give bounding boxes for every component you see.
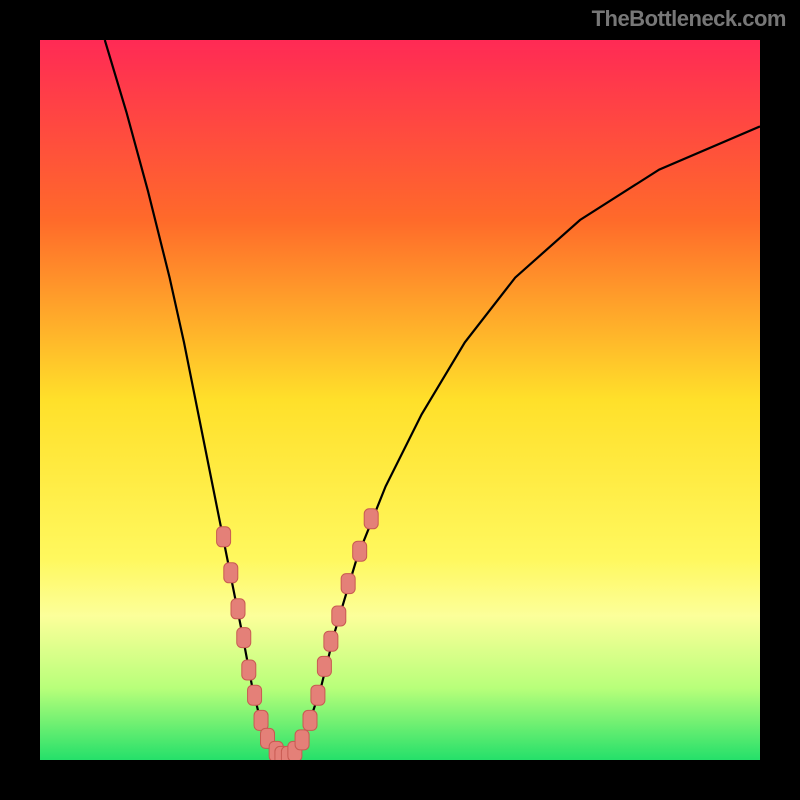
watermark-label: TheBottleneck.com: [592, 6, 786, 32]
data-marker: [317, 656, 331, 676]
gradient-background: [40, 40, 760, 760]
data-marker: [224, 563, 238, 583]
data-marker: [353, 541, 367, 561]
data-marker: [248, 685, 262, 705]
data-marker: [303, 710, 317, 730]
bottleneck-chart: [40, 40, 760, 760]
data-marker: [311, 685, 325, 705]
chart-frame: TheBottleneck.com: [0, 0, 800, 800]
data-marker: [217, 527, 231, 547]
data-marker: [364, 509, 378, 529]
data-marker: [231, 599, 245, 619]
data-marker: [254, 710, 268, 730]
data-marker: [242, 660, 256, 680]
data-marker: [332, 606, 346, 626]
data-marker: [324, 631, 338, 651]
data-marker: [237, 628, 251, 648]
data-marker: [341, 574, 355, 594]
data-marker: [295, 730, 309, 750]
